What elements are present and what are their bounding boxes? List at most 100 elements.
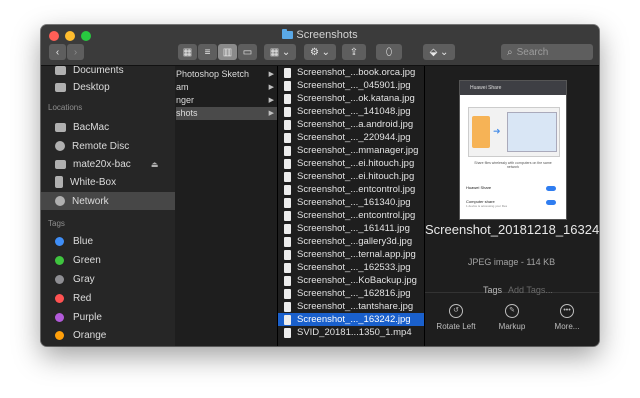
file-thumbnail-icon <box>284 171 291 182</box>
sidebar-tag-green[interactable]: Green <box>55 251 101 269</box>
file-item[interactable]: Screenshot_...KoBackup.jpg <box>278 274 424 287</box>
arrow-icon: ➜ <box>493 126 501 136</box>
tag-dot-icon <box>55 255 64 265</box>
file-thumbnail-icon <box>284 106 291 117</box>
folder-icon <box>282 29 294 39</box>
back-button[interactable]: ‹ <box>49 44 66 60</box>
file-name: Screenshot_..._161340.jpg <box>297 197 411 208</box>
file-thumbnail-icon <box>284 67 291 78</box>
drive-icon <box>55 176 63 188</box>
more-button[interactable]: ••• More... <box>539 304 595 331</box>
sidebar-tag-red[interactable]: Red <box>55 289 91 307</box>
file-thumbnail-icon <box>284 145 291 156</box>
sidebar-item-white-box[interactable]: White-Box <box>55 173 116 191</box>
file-item[interactable]: Screenshot_...mmanager.jpg <box>278 144 424 157</box>
tags-button[interactable]: ⬯ <box>376 44 402 60</box>
file-item[interactable]: Screenshot_...tantshare.jpg <box>278 300 424 313</box>
file-item[interactable]: Screenshot_..._162816.jpg <box>278 287 424 300</box>
drive-icon <box>55 159 66 169</box>
file-item[interactable]: Screenshot_...ok.katana.jpg <box>278 92 424 105</box>
folder-item[interactable]: nger ▶ <box>176 94 277 107</box>
file-item[interactable]: Screenshot_...ternal.app.jpg <box>278 248 424 261</box>
phone-image <box>472 116 490 148</box>
file-thumbnail-icon <box>284 184 291 195</box>
tag-dot-icon <box>55 330 64 340</box>
preview-pane: Huawei Share ➜ Share files wirelessly wi… <box>425 66 599 346</box>
file-item[interactable]: SVID_20181...1350_1.mp4 <box>278 326 424 339</box>
file-item[interactable]: Screenshot_...entcontrol.jpg <box>278 183 424 196</box>
sidebar-tag-orange[interactable]: Orange <box>55 326 106 344</box>
folder-item[interactable]: Photoshop Sketch ▶ <box>176 68 277 81</box>
file-thumbnail-icon <box>284 275 291 286</box>
file-name: Screenshot_...tantshare.jpg <box>297 301 414 312</box>
file-name: Screenshot_...entcontrol.jpg <box>297 210 416 221</box>
sidebar-item-desktop[interactable]: Desktop <box>55 78 110 96</box>
file-item[interactable]: Screenshot_...ei.hitouch.jpg <box>278 170 424 183</box>
file-item[interactable]: Screenshot_..._161340.jpg <box>278 196 424 209</box>
column-view-button[interactable]: ▥ <box>218 44 237 60</box>
group-button[interactable]: ▦ ⌄ <box>264 44 296 60</box>
folder-item-selected[interactable]: shots ▶ <box>176 107 277 120</box>
computer-icon <box>55 122 66 132</box>
file-item[interactable]: Screenshot_..._141048.jpg <box>278 105 424 118</box>
file-thumbnail-icon <box>284 197 291 208</box>
tag-dot-icon <box>55 293 64 303</box>
file-name: Screenshot_...ei.hitouch.jpg <box>297 158 415 169</box>
sidebar-tag-blue[interactable]: Blue <box>55 232 93 250</box>
file-thumbnail-icon <box>284 288 291 299</box>
folder-item[interactable]: am ▶ <box>176 81 277 94</box>
sidebar-tag-gray[interactable]: Gray <box>55 270 95 288</box>
file-thumbnail-icon <box>284 158 291 169</box>
forward-button[interactable]: › <box>67 44 84 60</box>
thumbnail-header: Huawei Share <box>460 81 566 95</box>
file-item[interactable]: Screenshot_..._161411.jpg <box>278 222 424 235</box>
file-item-selected[interactable]: Screenshot_..._163242.jpg <box>278 313 424 326</box>
file-item[interactable]: Screenshot_...gallery3d.jpg <box>278 235 424 248</box>
add-tags-field[interactable]: Add Tags... <box>508 285 553 295</box>
thumbnail-illustration: ➜ <box>468 107 560 157</box>
dropbox-button[interactable]: ⬙ ⌄ <box>423 44 455 60</box>
tag-dot-icon <box>55 274 64 284</box>
file-item[interactable]: Screenshot_...ei.hitouch.jpg <box>278 157 424 170</box>
eject-icon[interactable]: ⏏ <box>151 160 159 169</box>
folder-icon <box>55 66 66 75</box>
preview-file-kind: JPEG image - 114 KB <box>467 257 556 267</box>
file-item[interactable]: Screenshot_...a.android.jpg <box>278 118 424 131</box>
more-icon: ••• <box>560 304 574 318</box>
preview-tags[interactable]: Tags Add Tags... <box>483 285 553 295</box>
disclosure-arrow-icon: ▶ <box>268 97 274 104</box>
file-name: Screenshot_...KoBackup.jpg <box>297 275 417 286</box>
disclosure-arrow-icon: ▶ <box>268 110 274 117</box>
list-view-button[interactable]: ≡ <box>198 44 217 60</box>
file-column: Screenshot_...book.orca.jpg Screenshot_..… <box>278 66 425 346</box>
file-item[interactable]: Screenshot_..._045901.jpg <box>278 79 424 92</box>
file-item[interactable]: Screenshot_...entcontrol.jpg <box>278 209 424 222</box>
desktop-icon <box>55 82 66 92</box>
rotate-left-button[interactable]: ↺ Rotate Left <box>428 304 484 331</box>
file-item[interactable]: Screenshot_..._220944.jpg <box>278 131 424 144</box>
sidebar-item-bacmac[interactable]: BacMac <box>55 118 109 136</box>
preview-file-name: Screenshot_20181218_163242.jpg <box>425 222 599 237</box>
icon-view-button[interactable]: ▦ <box>178 44 197 60</box>
sidebar-item-network[interactable]: Network <box>55 192 109 210</box>
file-thumbnail-icon <box>284 301 291 312</box>
share-button[interactable]: ⇪ <box>342 44 366 60</box>
sidebar-item-remote-disc[interactable]: Remote Disc <box>55 137 129 155</box>
tag-dot-icon <box>55 312 64 322</box>
file-name: Screenshot_...gallery3d.jpg <box>297 236 413 247</box>
action-button[interactable]: ⚙ ⌄ <box>304 44 336 60</box>
file-name: Screenshot_...ok.katana.jpg <box>297 93 415 104</box>
sidebar-item-mate20x-bac[interactable]: mate20x-bac ⏏ <box>55 155 158 173</box>
rotate-left-icon: ↺ <box>449 304 463 318</box>
file-item[interactable]: Screenshot_...book.orca.jpg <box>278 66 424 79</box>
sidebar-tag-purple[interactable]: Purple <box>55 308 102 326</box>
search-field[interactable]: ⌕ Search <box>501 44 593 60</box>
markup-button[interactable]: ✎ Markup <box>484 304 540 331</box>
file-item[interactable]: Screenshot_..._162533.jpg <box>278 261 424 274</box>
laptop-image <box>507 112 557 152</box>
gallery-view-button[interactable]: ▭ <box>238 44 257 60</box>
toggle-icon <box>546 200 556 205</box>
thumbnail-row: Computer share 1 device is accessing you… <box>466 199 560 209</box>
file-name: Screenshot_..._162533.jpg <box>297 262 411 273</box>
file-name: Screenshot_...entcontrol.jpg <box>297 184 416 195</box>
